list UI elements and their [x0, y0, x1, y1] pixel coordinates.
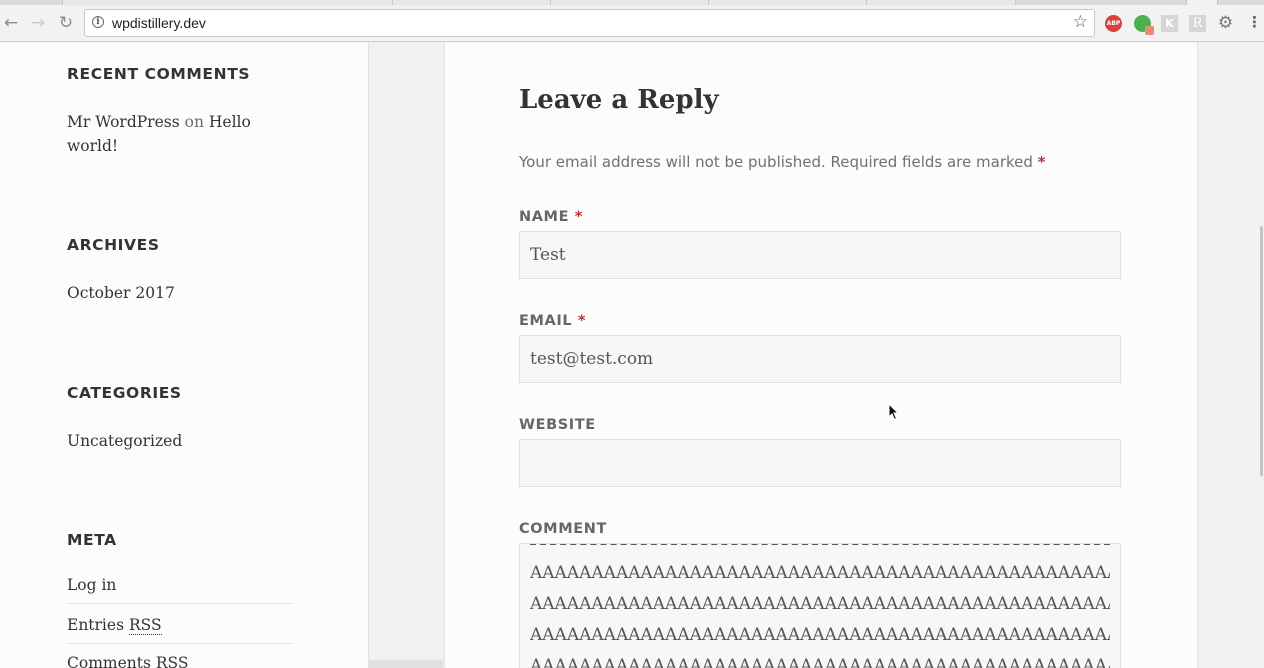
rss-abbr: RSS — [155, 654, 189, 668]
archives-title: ARCHIVES — [67, 236, 160, 254]
page-scrollbar-thumb[interactable] — [1260, 226, 1263, 476]
forward-button[interactable]: → — [27, 11, 49, 35]
url-text[interactable]: wpdistillery.dev — [112, 15, 206, 31]
recent-comments-title: RECENT COMMENTS — [67, 65, 251, 83]
website-input[interactable] — [519, 439, 1121, 487]
reply-title: Leave a Reply — [519, 85, 719, 115]
name-input[interactable]: Test — [519, 231, 1121, 279]
clipped-text-line — [530, 544, 1110, 557]
comment-label: COMMENT — [519, 521, 607, 537]
gear-icon[interactable]: ⚙ — [1217, 15, 1234, 32]
arrow-left-icon: ← — [3, 13, 19, 33]
website-label: WEBSITE — [519, 417, 596, 433]
green-extension-icon[interactable] — [1134, 15, 1154, 35]
comment-line: AAAAAAAAAAAAAAAAAAAAAAAAAAAAAAAAAAAAAAAA… — [530, 594, 1110, 614]
rss-abbr: RSS — [128, 616, 162, 635]
address-bar[interactable]: i wpdistillery.dev ☆ — [84, 9, 1095, 37]
entries-rss-link[interactable]: Entries RSS — [67, 616, 293, 644]
adblock-extension-icon[interactable]: ABP — [1105, 15, 1122, 32]
comment-line: AAAAAAAAAAAAAAAAAAAAAAAAAAAAAAAAAAAAAAAA… — [530, 563, 1110, 583]
entries-rss-prefix: Entries — [67, 616, 125, 634]
sidebar-horizontal-scrollbar[interactable] — [369, 660, 443, 668]
comment-textarea[interactable]: AAAAAAAAAAAAAAAAAAAAAAAAAAAAAAAAAAAAAAAA… — [519, 543, 1121, 668]
reload-icon: ↻ — [58, 13, 74, 33]
required-mark: * — [1037, 153, 1046, 171]
browser-toolbar: ← → ↻ i wpdistillery.dev ☆ ABP K R ⚙ ⋮ — [0, 5, 1264, 42]
meta-title: META — [67, 531, 117, 549]
star-icon[interactable]: ☆ — [1073, 12, 1088, 32]
page-viewport: RECENT COMMENTS Mr WordPress on Hello wo… — [0, 43, 1264, 668]
comment-author-link[interactable]: Mr WordPress — [67, 113, 180, 131]
comment-notes-text: Your email address will not be published… — [519, 153, 1033, 171]
required-mark: * — [577, 313, 587, 329]
comment-line: AAAAAAAAAAAAAAAAAAAAAAAAAAAAAAAAAAAAAAAA… — [530, 656, 1110, 668]
comments-rss-prefix: Comments — [67, 654, 151, 668]
archive-link[interactable]: October 2017 — [67, 281, 287, 305]
back-button[interactable]: ← — [0, 11, 22, 35]
required-mark: * — [574, 209, 583, 225]
comment-on-text: on — [184, 113, 204, 131]
recent-comment-item: Mr WordPress on Hello world! — [67, 110, 287, 158]
comment-notes: Your email address will not be published… — [519, 153, 1046, 171]
r-extension-icon[interactable]: R — [1189, 15, 1206, 32]
comments-rss-link[interactable]: Comments RSS — [67, 654, 293, 668]
categories-title: CATEGORIES — [67, 384, 182, 402]
main-content: Leave a Reply Your email address will no… — [444, 43, 1198, 668]
arrow-right-icon: → — [30, 13, 46, 33]
info-icon[interactable]: i — [92, 16, 104, 28]
page-scrollbar[interactable] — [1258, 43, 1264, 668]
sidebar: RECENT COMMENTS Mr WordPress on Hello wo… — [0, 43, 369, 668]
menu-dots-icon[interactable]: ⋮ — [1247, 13, 1262, 31]
category-link[interactable]: Uncategorized — [67, 429, 287, 453]
name-label-text: NAME — [519, 209, 570, 225]
comment-line: AAAAAAAAAAAAAAAAAAAAAAAAAAAAAAAAAAAAAAAA… — [530, 625, 1110, 645]
email-input[interactable]: test@test.com — [519, 335, 1121, 383]
log-in-link[interactable]: Log in — [67, 576, 293, 604]
email-label: EMAIL * — [519, 313, 586, 329]
reload-button[interactable]: ↻ — [55, 11, 77, 35]
email-label-text: EMAIL — [519, 313, 573, 329]
mouse-cursor-icon — [888, 403, 900, 421]
k-extension-icon[interactable]: K — [1161, 15, 1178, 32]
name-label: NAME * — [519, 209, 583, 225]
